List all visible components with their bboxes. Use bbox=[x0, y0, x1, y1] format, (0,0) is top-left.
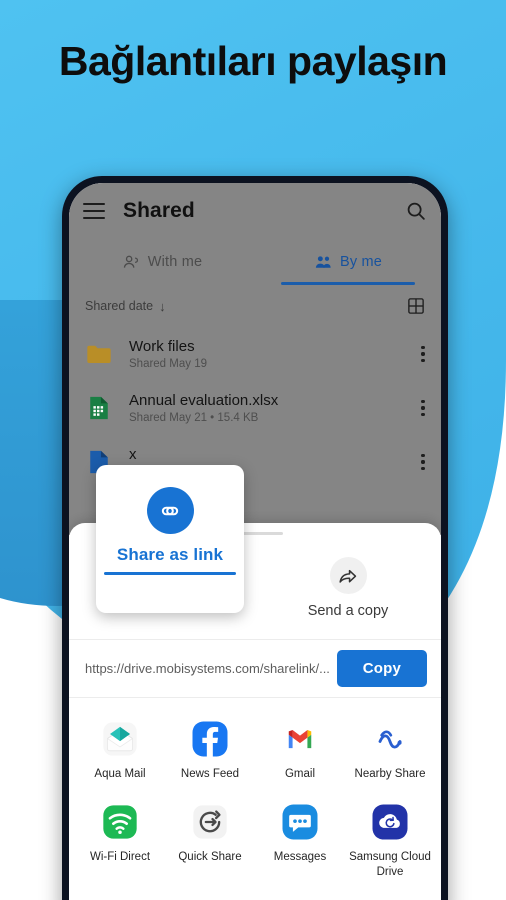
sort-label[interactable]: Shared date bbox=[85, 299, 153, 313]
nearby-share-icon bbox=[373, 722, 407, 756]
share-target-label: Messages bbox=[273, 851, 327, 864]
copy-button[interactable]: Copy bbox=[336, 650, 427, 687]
share-target-aqua-mail[interactable]: Aqua Mail bbox=[75, 712, 165, 795]
people-shared-by-me-icon bbox=[315, 255, 331, 268]
samsung-cloud-drive-icon bbox=[372, 804, 408, 840]
share-target-label: Quick Share bbox=[178, 851, 242, 864]
page-title: Bağlantıları paylaşın bbox=[58, 38, 448, 84]
file-meta: Work files Shared May 19 bbox=[129, 338, 413, 371]
facebook-icon bbox=[192, 721, 228, 757]
share-target-label: Samsung Cloud Drive bbox=[349, 851, 431, 878]
share-bottom-sheet: Share as link Send a copy https://drive.… bbox=[69, 465, 441, 900]
send-a-copy-label: Send a copy bbox=[307, 603, 389, 619]
file-name: Annual evaluation.xlsx bbox=[129, 391, 279, 409]
phone-screen: Shared With me By me Shared date ↓ Work … bbox=[69, 183, 441, 900]
share-target-wifi-direct[interactable]: Wi-Fi Direct bbox=[75, 795, 165, 893]
link-icon-circle bbox=[146, 487, 194, 534]
file-name: Work files bbox=[129, 337, 195, 355]
share-target-label: Nearby Share bbox=[354, 768, 426, 780]
share-arrow-icon bbox=[339, 569, 357, 583]
phone-mockup: Shared With me By me Shared date ↓ Work … bbox=[62, 176, 448, 900]
share-target-samsung-cloud-drive[interactable]: Samsung Cloud Drive bbox=[345, 795, 435, 893]
share-target-messages[interactable]: Messages bbox=[255, 795, 345, 893]
share-link-row: https://drive.mobisystems.com/sharelink/… bbox=[69, 639, 441, 697]
kebab-menu-icon[interactable] bbox=[421, 345, 425, 363]
shared-tabs: With me By me bbox=[69, 239, 441, 285]
share-as-link-selected-underline bbox=[104, 572, 236, 576]
tab-with-me[interactable]: With me bbox=[69, 239, 255, 285]
share-link-url[interactable]: https://drive.mobisystems.com/sharelink/… bbox=[85, 661, 337, 676]
share-target-label: Wi-Fi Direct bbox=[89, 851, 151, 864]
share-targets-row-1: Aqua Mail News Feed Gmail Nearby Share bbox=[75, 712, 435, 795]
share-targets: Aqua Mail News Feed Gmail Nearby Share W… bbox=[69, 697, 441, 893]
table-row[interactable]: Annual evaluation.xlsx Shared May 21 • 1… bbox=[69, 381, 441, 435]
folder-icon bbox=[87, 345, 111, 363]
sort-direction-icon[interactable]: ↓ bbox=[159, 299, 166, 314]
tab-by-me-label: By me bbox=[339, 254, 383, 270]
share-arrow-circle bbox=[329, 557, 367, 594]
share-target-label: News Feed bbox=[180, 768, 240, 780]
wifi-direct-icon bbox=[103, 805, 137, 840]
gmail-icon bbox=[283, 722, 317, 756]
tab-by-me[interactable]: By me bbox=[255, 239, 441, 285]
share-modes: Share as link Send a copy bbox=[69, 465, 441, 639]
share-target-gmail[interactable]: Gmail bbox=[255, 712, 345, 795]
shared-files-app: Shared With me By me Shared date ↓ Work … bbox=[69, 183, 441, 489]
search-icon[interactable] bbox=[405, 200, 427, 222]
file-subtitle: Shared May 19 bbox=[129, 358, 207, 371]
share-target-nearby-share[interactable]: Nearby Share bbox=[345, 712, 435, 795]
aqua-mail-icon bbox=[103, 722, 137, 756]
grid-view-icon[interactable] bbox=[407, 297, 425, 315]
people-shared-with-me-icon bbox=[123, 255, 138, 268]
file-meta: Annual evaluation.xlsx Shared May 21 • 1… bbox=[129, 392, 413, 425]
tab-active-underline bbox=[281, 282, 415, 285]
share-as-link-option[interactable]: Share as link bbox=[96, 465, 244, 613]
quick-share-icon bbox=[193, 805, 227, 840]
file-subtitle: Shared May 21 • 15.4 KB bbox=[129, 412, 259, 425]
kebab-menu-icon[interactable] bbox=[421, 453, 425, 471]
app-bar: Shared bbox=[69, 183, 441, 239]
tab-with-me-label: With me bbox=[147, 254, 203, 270]
kebab-menu-icon[interactable] bbox=[421, 399, 425, 417]
app-title: Shared bbox=[123, 199, 195, 222]
share-target-label: Aqua Mail bbox=[94, 768, 146, 780]
messages-icon bbox=[282, 804, 318, 840]
share-targets-row-2: Wi-Fi Direct Quick Share Messages Samsun… bbox=[75, 795, 435, 893]
send-a-copy-option[interactable]: Send a copy bbox=[255, 537, 441, 639]
hamburger-icon[interactable] bbox=[83, 203, 105, 219]
spreadsheet-icon bbox=[90, 396, 108, 420]
table-row[interactable]: Work files Shared May 19 bbox=[69, 327, 441, 381]
share-mode-link-slot: Share as link bbox=[69, 465, 255, 639]
link-icon bbox=[161, 506, 179, 515]
share-target-news-feed[interactable]: News Feed bbox=[165, 712, 255, 795]
share-as-link-label: Share as link bbox=[116, 545, 224, 564]
file-name: x bbox=[129, 445, 137, 463]
sort-bar: Shared date ↓ bbox=[69, 285, 441, 327]
share-target-quick-share[interactable]: Quick Share bbox=[165, 795, 255, 893]
share-target-label: Gmail bbox=[284, 768, 316, 780]
